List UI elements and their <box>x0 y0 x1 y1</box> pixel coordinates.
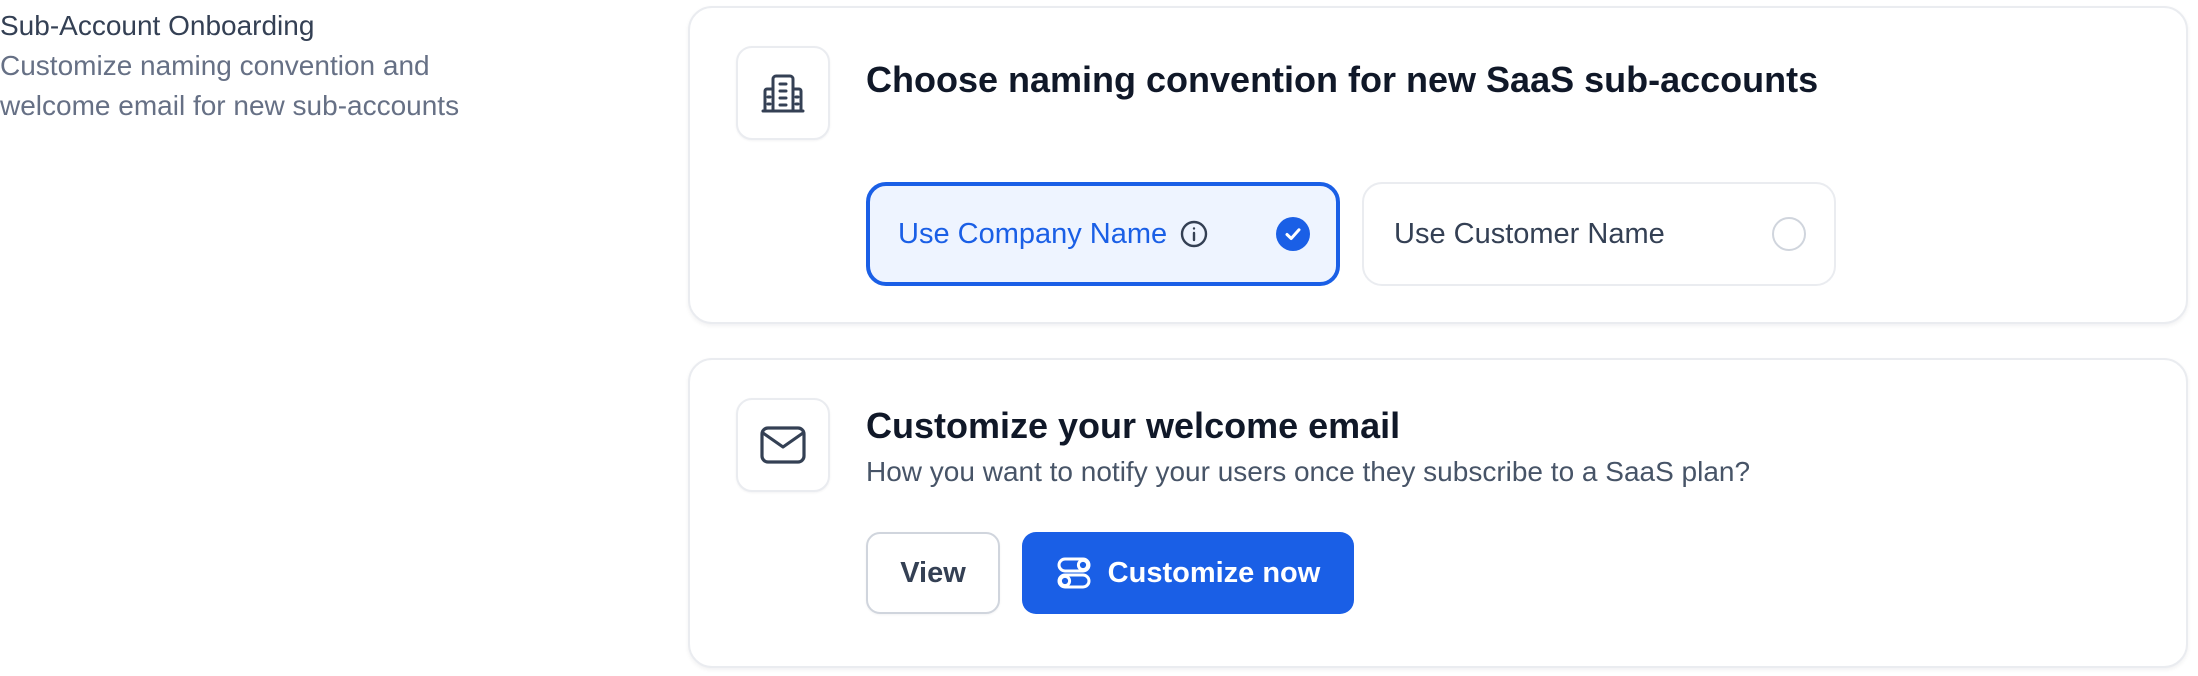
radio-checked-icon <box>1276 217 1310 251</box>
naming-convention-card: Choose naming convention for new SaaS su… <box>688 6 2188 324</box>
view-button[interactable]: View <box>866 532 1000 614</box>
building-icon <box>736 46 830 140</box>
section-description-line-1: Customize naming convention and <box>0 50 430 81</box>
customize-now-label: Customize now <box>1107 556 1321 589</box>
use-customer-name-option[interactable]: Use Customer Name <box>1362 182 1836 286</box>
section-description-line-2: welcome email for new sub-accounts <box>0 90 460 121</box>
naming-card-title: Choose naming convention for new SaaS su… <box>866 59 1819 100</box>
use-company-name-label: Use Company Name <box>898 218 1168 250</box>
use-customer-name-label: Use Customer Name <box>1394 218 1665 250</box>
welcome-email-subtitle: How you want to notify your users once t… <box>866 456 1751 487</box>
radio-unchecked-icon <box>1772 217 1806 251</box>
welcome-email-title: Customize your welcome email <box>866 405 1401 446</box>
section-intro: Sub-Account Onboarding Customize naming … <box>0 6 560 126</box>
customize-now-button[interactable]: Customize now <box>1022 532 1354 614</box>
welcome-email-card: Customize your welcome email How you wan… <box>688 358 2188 668</box>
info-icon[interactable] <box>1179 219 1209 249</box>
section-title: Sub-Account Onboarding <box>0 10 315 41</box>
view-button-label: View <box>900 556 966 589</box>
use-company-name-option[interactable]: Use Company Name <box>866 182 1340 286</box>
toggles-icon <box>1056 555 1092 591</box>
mail-icon <box>736 398 830 492</box>
